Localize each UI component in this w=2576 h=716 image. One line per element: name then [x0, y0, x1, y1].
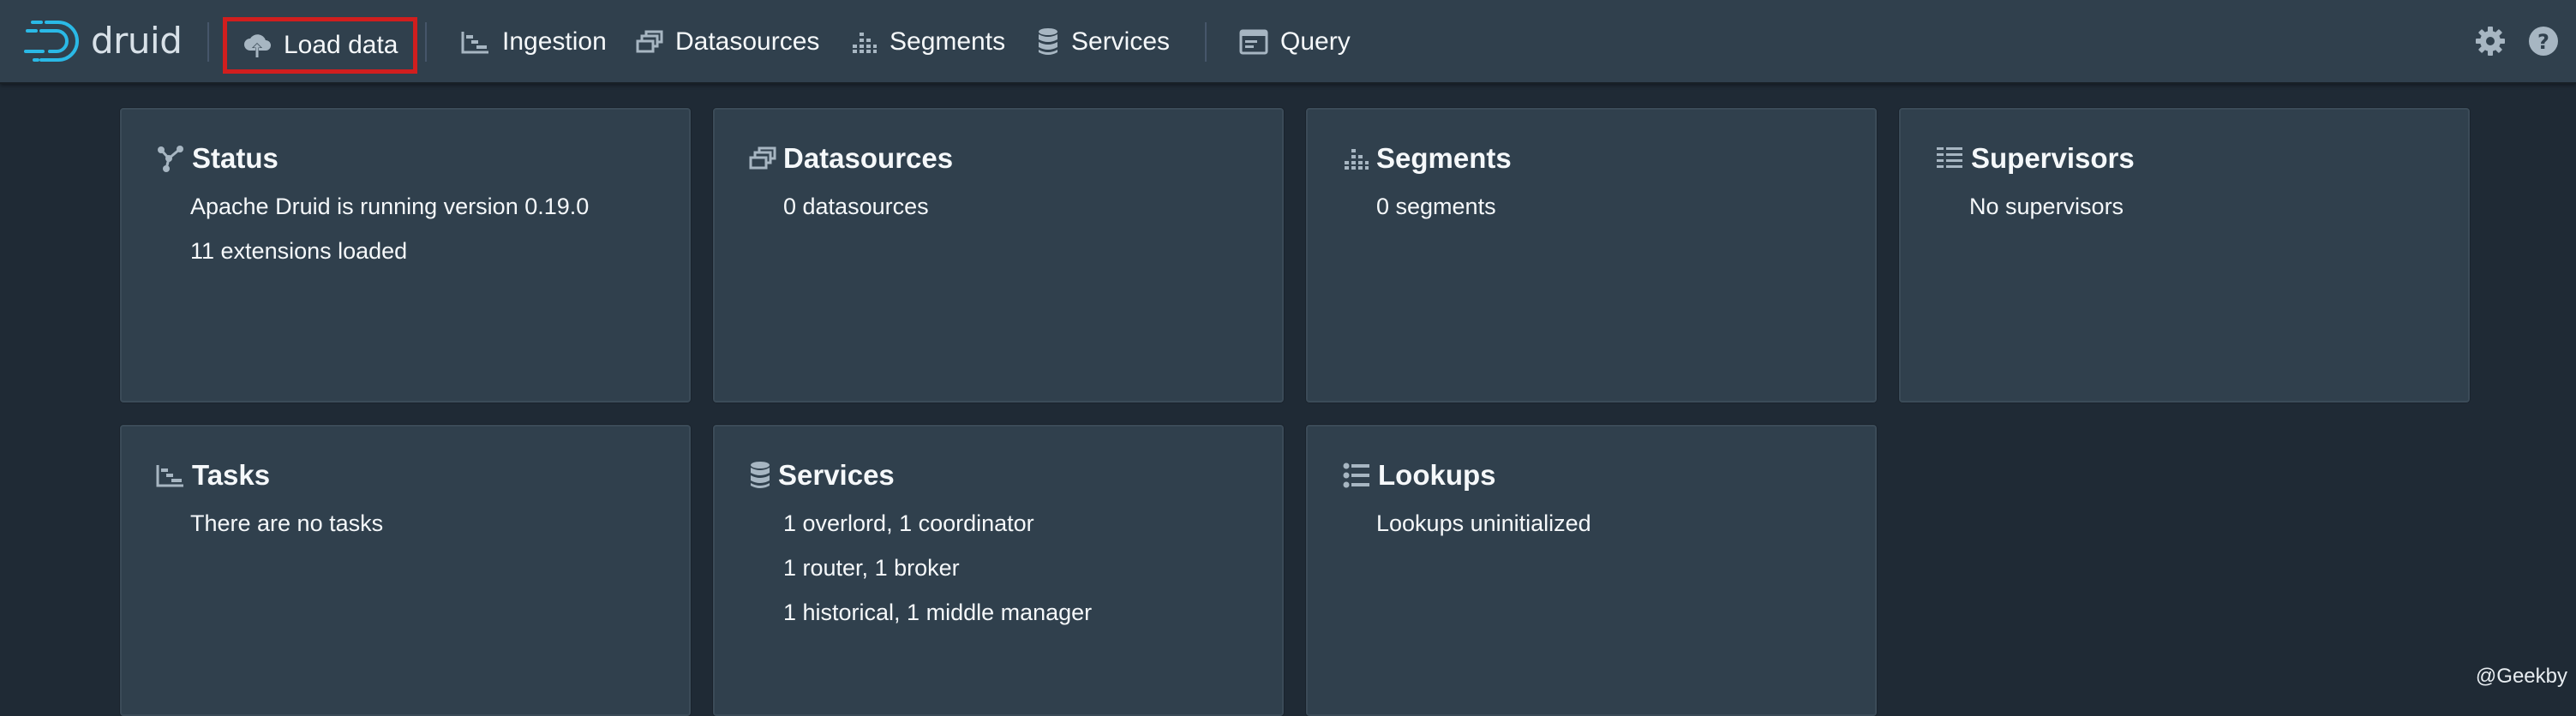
nav-divider [425, 22, 427, 62]
cog-icon [2475, 26, 2506, 57]
card-title-text: Datasources [783, 142, 953, 175]
segments-card[interactable]: Segments 0 segments [1306, 108, 1877, 403]
card-title-text: Segments [1376, 142, 1512, 175]
nav-datasources[interactable]: Datasources [636, 17, 819, 67]
ingestion-label: Ingestion [502, 27, 607, 57]
card-title-text: Status [192, 142, 279, 175]
lookups-card[interactable]: Lookups Lookups uninitialized [1306, 425, 1877, 716]
tasks-status-text: There are no tasks [190, 510, 383, 537]
properties-icon [1342, 462, 1371, 489]
supervisors-status-text: No supervisors [1969, 194, 2124, 220]
nav-services[interactable]: Services [1037, 17, 1170, 67]
lookups-status-text: Lookups uninitialized [1376, 510, 1591, 537]
segments-count-text: 0 segments [1376, 194, 1496, 220]
services-line-text: 1 overlord, 1 coordinator [783, 510, 1034, 537]
stacked-chart-icon [1342, 146, 1369, 171]
gantt-chart-icon [156, 463, 185, 487]
druid-logo-icon [24, 19, 82, 63]
services-label: Services [1071, 27, 1170, 57]
multi-select-icon [636, 30, 663, 54]
gantt-chart-icon [461, 30, 490, 54]
card-title-text: Tasks [192, 459, 270, 492]
multi-select-icon [749, 146, 776, 170]
brand-name: druid [91, 23, 182, 59]
status-version-text: Apache Druid is running version 0.19.0 [190, 194, 589, 220]
supervisors-card[interactable]: Supervisors No supervisors [1899, 108, 2470, 403]
services-line-text: 1 historical, 1 middle manager [783, 600, 1092, 626]
database-icon [1037, 27, 1059, 57]
nav-segments[interactable]: Segments [850, 17, 1005, 67]
services-line-text: 1 router, 1 broker [783, 555, 960, 582]
datasources-card[interactable]: Datasources 0 datasources [713, 108, 1284, 403]
status-card-title: Status [156, 142, 279, 175]
services-card-title: Services [749, 459, 895, 492]
services-card[interactable]: Services 1 overlord, 1 coordinator 1 rou… [713, 425, 1284, 716]
tasks-card-title: Tasks [156, 459, 270, 492]
query-label: Query [1280, 27, 1351, 57]
nav-divider [207, 22, 209, 62]
watermark-text: @Geekby [2476, 665, 2567, 689]
datasources-count-text: 0 datasources [783, 194, 929, 220]
datasources-card-title: Datasources [749, 142, 953, 175]
nav-query[interactable]: Query [1239, 17, 1351, 67]
supervisors-card-title: Supervisors [1935, 142, 2135, 175]
status-card[interactable]: Status Apache Druid is running version 0… [120, 108, 691, 403]
top-navbar: druid Load data Ingestion Datasources [0, 0, 2576, 84]
datasources-label: Datasources [675, 27, 819, 57]
svg-text:?: ? [2537, 30, 2549, 54]
list-columns-icon [1935, 146, 1964, 171]
card-title-text: Lookups [1378, 459, 1496, 492]
cloud-upload-icon [243, 32, 272, 59]
application-icon [1239, 29, 1268, 55]
status-extensions-text: 11 extensions loaded [190, 238, 407, 265]
database-icon [749, 461, 771, 490]
tasks-card[interactable]: Tasks There are no tasks [120, 425, 691, 716]
druid-logo-link[interactable]: druid [24, 17, 182, 65]
card-title-text: Supervisors [1971, 142, 2135, 175]
help-button[interactable]: ? [2528, 26, 2559, 61]
load-data-button[interactable]: Load data [223, 17, 417, 74]
nav-divider [1205, 22, 1207, 62]
nav-ingestion[interactable]: Ingestion [461, 17, 607, 67]
segments-card-title: Segments [1342, 142, 1512, 175]
settings-button[interactable] [2475, 26, 2506, 61]
graph-icon [156, 144, 185, 173]
segments-label: Segments [890, 27, 1005, 57]
stacked-chart-icon [850, 29, 878, 55]
load-data-label: Load data [284, 31, 398, 60]
help-icon: ? [2528, 26, 2559, 57]
card-title-text: Services [778, 459, 895, 492]
lookups-card-title: Lookups [1342, 459, 1496, 492]
